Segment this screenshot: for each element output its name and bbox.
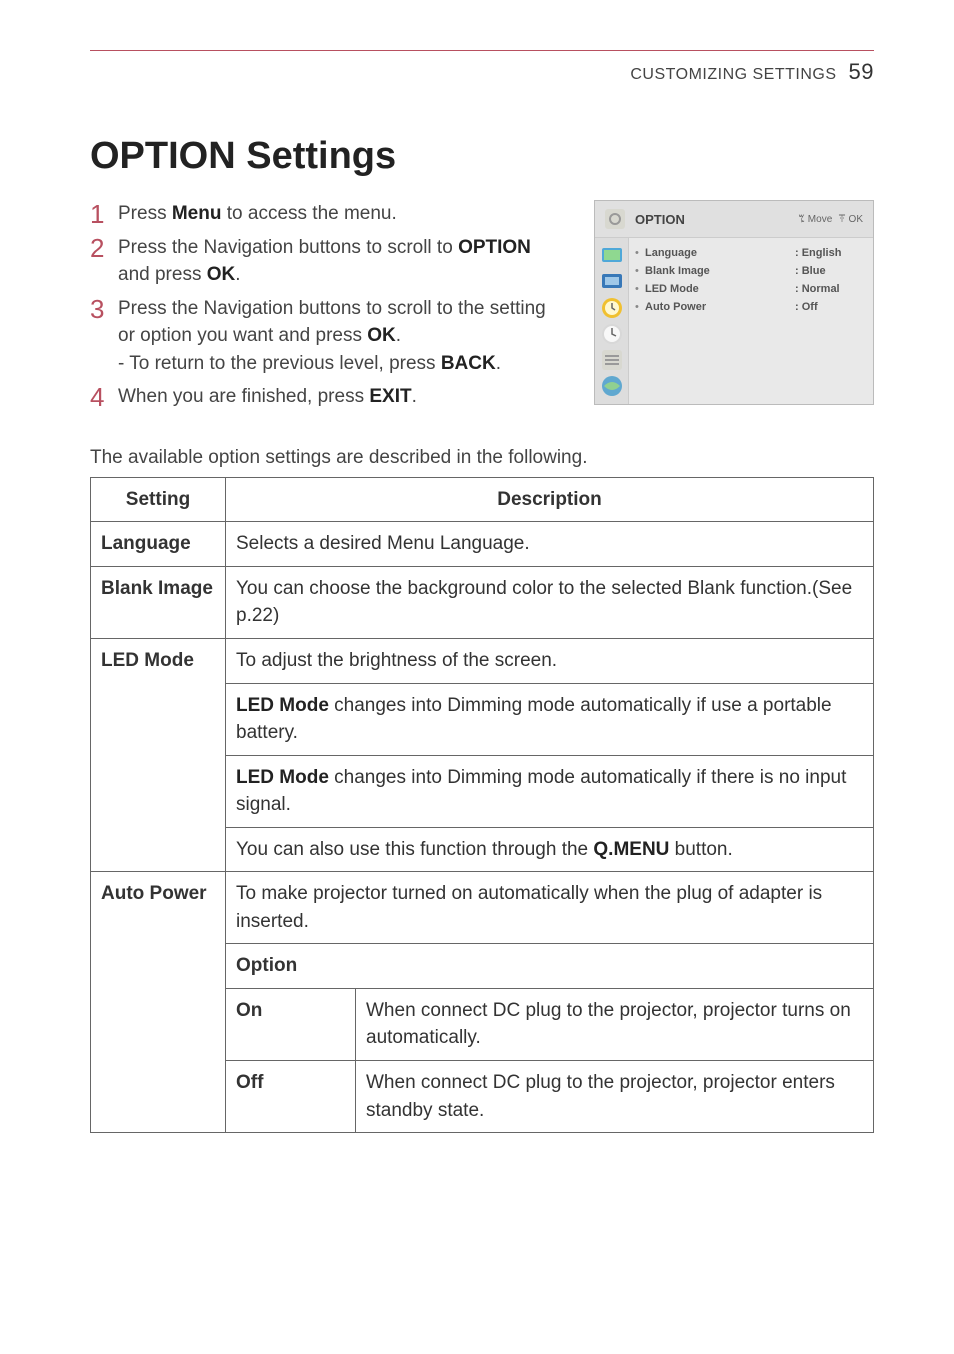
led-desc-4a: You can also use this function through t… <box>236 839 593 860</box>
setting-label-language: Language <box>91 522 226 567</box>
bullet-icon: • <box>635 247 645 259</box>
ok-keyword-2: OK <box>367 325 396 346</box>
step-3-sub-a: - To return to the previous level, press <box>118 353 441 374</box>
step-number-1: 1 <box>90 196 104 234</box>
table-header-description: Description <box>226 477 874 522</box>
osd-icon-column <box>595 238 629 404</box>
osd-header: OPTION ꔂ Move ꔉ OK <box>595 201 873 238</box>
osd-row-auto-power[interactable]: • Auto Power : Off <box>635 298 865 316</box>
osd-rows: • Language : English • Blank Image : Blu… <box>629 238 873 404</box>
setting-desc-led-2: LED Mode changes into Dimming mode autom… <box>226 683 874 755</box>
osd-row-label: LED Mode <box>645 283 795 295</box>
setting-desc-led-4: You can also use this function through t… <box>226 827 874 872</box>
exit-keyword: EXIT <box>369 386 411 407</box>
table-intro: The available option settings are descri… <box>90 447 874 469</box>
picture-icon <box>600 244 624 268</box>
table-row: Auto Power To make projector turned on a… <box>91 872 874 944</box>
step-3-text-c: . <box>396 325 401 346</box>
steps-list: 1 Press Menu to access the menu. 2 Press… <box>90 200 564 417</box>
page-title: OPTION Settings <box>90 135 874 178</box>
setting-label-led-mode: LED Mode <box>91 639 226 872</box>
header-divider <box>90 50 874 51</box>
menu-keyword: Menu <box>172 203 222 224</box>
setting-desc-led-3: LED Mode changes into Dimming mode autom… <box>226 755 874 827</box>
step-2-text-e: . <box>235 264 240 285</box>
time-icon <box>600 296 624 320</box>
led-desc-4c: button. <box>669 839 732 860</box>
setting-desc-led-1: To adjust the brightness of the screen. <box>226 639 874 684</box>
step-2-text-c: and press <box>118 264 207 285</box>
osd-row-value: : Off <box>795 301 865 313</box>
osd-row-value: : English <box>795 247 865 259</box>
step-4-text-a: When you are finished, press <box>118 386 369 407</box>
qmenu-keyword: Q.MENU <box>593 839 669 860</box>
option-keyword: OPTION <box>458 237 531 258</box>
setting-label-auto-power: Auto Power <box>91 872 226 1133</box>
table-row: Blank Image You can choose the backgroun… <box>91 566 874 638</box>
option-on-label: On <box>226 988 356 1060</box>
option-off-label: Off <box>226 1061 356 1133</box>
bullet-icon: • <box>635 283 645 295</box>
table-row: Language Selects a desired Menu Language… <box>91 522 874 567</box>
option-sub-header: Option <box>226 944 874 989</box>
osd-row-value: : Normal <box>795 283 865 295</box>
section-title: CUSTOMIZING SETTINGS <box>630 66 836 84</box>
option-icon <box>600 348 624 372</box>
led-mode-keyword-2: LED Mode <box>236 767 329 788</box>
osd-panel: OPTION ꔂ Move ꔉ OK • Language : English <box>594 200 874 405</box>
osd-row-blank-image[interactable]: • Blank Image : Blue <box>635 262 865 280</box>
setting-label-blank-image: Blank Image <box>91 566 226 638</box>
osd-row-value: : Blue <box>795 265 865 277</box>
ok-keyword: OK <box>207 264 236 285</box>
screen-icon <box>600 270 624 294</box>
step-number-2: 2 <box>90 230 104 268</box>
network-icon <box>600 374 624 398</box>
step-2-text-a: Press the Navigation buttons to scroll t… <box>118 237 458 258</box>
setting-desc-auto-power: To make projector turned on automaticall… <box>226 872 874 944</box>
osd-title: OPTION <box>635 212 685 227</box>
osd-ok-hint: ꔉ OK <box>838 214 863 225</box>
osd-row-label: Auto Power <box>645 301 795 313</box>
osd-row-label: Blank Image <box>645 265 795 277</box>
step-3-sub-c: . <box>496 353 501 374</box>
setting-desc-language: Selects a desired Menu Language. <box>226 522 874 567</box>
osd-move-hint: ꔂ Move <box>798 214 832 225</box>
step-number-3: 3 <box>90 291 104 329</box>
page-header: CUSTOMIZING SETTINGS 59 <box>90 59 874 85</box>
step-1-text-c: to access the menu. <box>221 203 396 224</box>
bullet-icon: • <box>635 301 645 313</box>
osd-row-language[interactable]: • Language : English <box>635 244 865 262</box>
setting-desc-blank-image: You can choose the background color to t… <box>226 566 874 638</box>
option-on-desc: When connect DC plug to the projector, p… <box>356 988 874 1060</box>
step-number-4: 4 <box>90 379 104 417</box>
step-3-text-a: Press the Navigation buttons to scroll t… <box>118 298 546 347</box>
back-keyword: BACK <box>441 353 496 374</box>
bullet-icon: • <box>635 265 645 277</box>
gear-icon <box>603 207 627 231</box>
step-1-text-a: Press <box>118 203 172 224</box>
settings-table: Setting Description Language Selects a d… <box>90 477 874 1133</box>
step-4-text-c: . <box>412 386 417 407</box>
clock-icon <box>600 322 624 346</box>
osd-row-led-mode[interactable]: • LED Mode : Normal <box>635 280 865 298</box>
table-header-setting: Setting <box>91 477 226 522</box>
led-mode-keyword: LED Mode <box>236 695 329 716</box>
page-number: 59 <box>849 59 874 85</box>
osd-row-label: Language <box>645 247 795 259</box>
option-off-desc: When connect DC plug to the projector, p… <box>356 1061 874 1133</box>
table-row: LED Mode To adjust the brightness of the… <box>91 639 874 684</box>
